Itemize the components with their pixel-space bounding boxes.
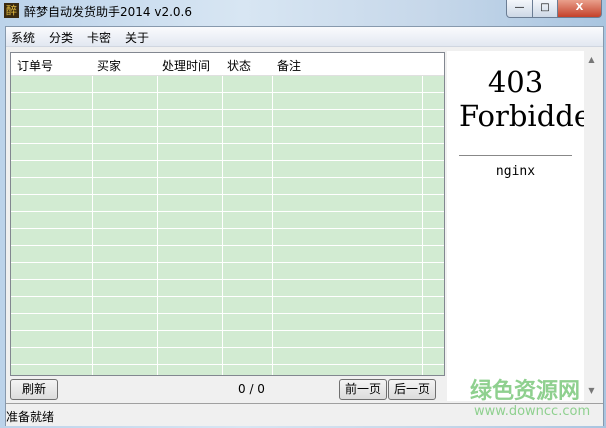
row-gridline	[11, 330, 444, 331]
web-panel: 403 Forbidden nginx	[447, 51, 584, 401]
row-gridline	[11, 109, 444, 110]
row-gridline	[11, 126, 444, 127]
row-gridline	[11, 347, 444, 348]
row-gridline	[11, 296, 444, 297]
error-code: 403	[487, 65, 544, 99]
col-order-id[interactable]: 订单号	[17, 57, 53, 74]
row-gridline	[11, 160, 444, 161]
title-bar: 醉 醉梦自动发货助手2014 v2.0.6 — □ X	[0, 0, 606, 22]
close-button[interactable]: X	[557, 0, 602, 18]
status-text: 准备就绪	[6, 410, 55, 424]
row-gridline	[11, 143, 444, 144]
app-icon: 醉	[4, 3, 19, 18]
refresh-button[interactable]: 刷新	[10, 379, 58, 400]
row-gridline	[11, 177, 444, 178]
menu-bar: 系统 分类 卡密 关于	[6, 27, 603, 47]
row-gridline	[11, 194, 444, 195]
server-name: nginx	[495, 164, 536, 179]
row-gridline	[11, 279, 444, 280]
minimize-button[interactable]: —	[506, 0, 533, 18]
window-title: 醉梦自动发货助手2014 v2.0.6	[24, 5, 192, 19]
watermark-cn: 绿色资源网	[470, 379, 581, 404]
web-scrollbar[interactable]: ▲ ▼	[584, 51, 599, 399]
row-gridline	[11, 313, 444, 314]
status-bar: 准备就绪 www.downcc.com	[6, 403, 603, 426]
next-page-button[interactable]: 后一页	[388, 379, 436, 400]
menu-card[interactable]: 卡密	[87, 29, 111, 46]
watermark-url: www.downcc.com	[474, 404, 591, 419]
col-process-time[interactable]: 处理时间	[162, 57, 210, 74]
scroll-down-icon[interactable]: ▼	[584, 386, 599, 395]
col-buyer[interactable]: 买家	[97, 57, 121, 74]
menu-system[interactable]: 系统	[11, 29, 35, 46]
menu-category[interactable]: 分类	[49, 29, 73, 46]
row-gridline	[11, 92, 444, 93]
row-gridline	[11, 228, 444, 229]
col-status[interactable]: 状态	[227, 57, 251, 74]
error-text: Forbidden	[459, 99, 584, 133]
scroll-up-icon[interactable]: ▲	[584, 55, 599, 64]
col-note[interactable]: 备注	[277, 57, 301, 74]
row-gridline	[11, 262, 444, 263]
row-gridline	[11, 364, 444, 365]
row-gridline	[11, 211, 444, 212]
list-header: 订单号 买家 处理时间 状态 备注	[11, 53, 444, 76]
menu-about[interactable]: 关于	[125, 29, 149, 46]
maximize-button[interactable]: □	[532, 0, 558, 18]
main-window: 系统 分类 卡密 关于 订单号 买家 处理时间 状态 备注 403 Forbid…	[5, 26, 604, 426]
row-gridline	[11, 245, 444, 246]
order-list[interactable]: 订单号 买家 处理时间 状态 备注	[10, 52, 445, 376]
prev-page-button[interactable]: 前一页	[339, 379, 387, 400]
page-info: 0 / 0	[238, 382, 265, 396]
